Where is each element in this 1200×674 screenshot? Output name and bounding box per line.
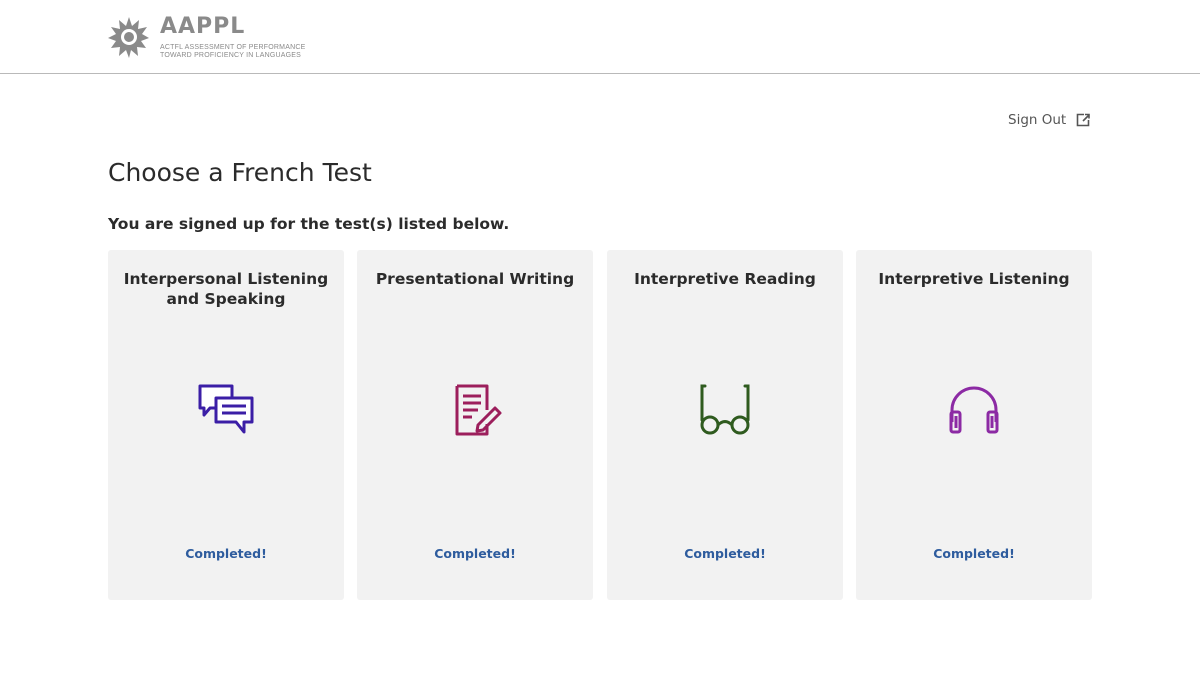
test-card-presentational-writing[interactable]: Presentational Writing Completed! [357, 250, 593, 600]
aappl-logo[interactable]: AAPPL ACTFL ASSESSMENT OF PERFORMANCE TO… [108, 14, 308, 62]
test-card-interpersonal[interactable]: Interpersonal Listening and Speaking Com… [108, 250, 344, 600]
test-status-completed: Completed! [185, 546, 267, 561]
page-title: Choose a French Test [108, 158, 372, 187]
glasses-icon [700, 384, 750, 435]
logo-wordmark: AAPPL [160, 14, 246, 39]
test-status-completed: Completed! [933, 546, 1015, 561]
test-card-title: Presentational Writing [375, 270, 575, 288]
logo-tagline-line1: ACTFL ASSESSMENT OF PERFORMANCE [160, 44, 306, 51]
test-status-completed: Completed! [684, 546, 766, 561]
test-card-title: Interpretive Listening [878, 270, 1070, 288]
test-card-interpretive-reading[interactable]: Interpretive Reading Completed! [607, 250, 843, 600]
external-link-icon [1076, 113, 1091, 127]
test-status-completed: Completed! [434, 546, 516, 561]
test-card-title: Interpretive Reading [634, 270, 816, 288]
test-card-title: Interpersonal Listening and Speaking [123, 270, 329, 308]
sign-out-link[interactable]: Sign Out [1008, 110, 1091, 130]
headphones-icon [949, 386, 999, 434]
test-card-interpretive-listening[interactable]: Interpretive Listening Completed! [856, 250, 1092, 600]
logo-tagline-line2: TOWARD PROFICIENCY IN LANGUAGES [160, 52, 302, 59]
document-edit-icon [455, 384, 502, 436]
sign-out-label: Sign Out [1008, 112, 1067, 128]
starburst-logo-icon [108, 17, 149, 58]
chat-bubbles-icon [198, 384, 254, 434]
page-subtitle: You are signed up for the test(s) listed… [108, 215, 510, 233]
site-header: AAPPL ACTFL ASSESSMENT OF PERFORMANCE TO… [0, 0, 1200, 74]
